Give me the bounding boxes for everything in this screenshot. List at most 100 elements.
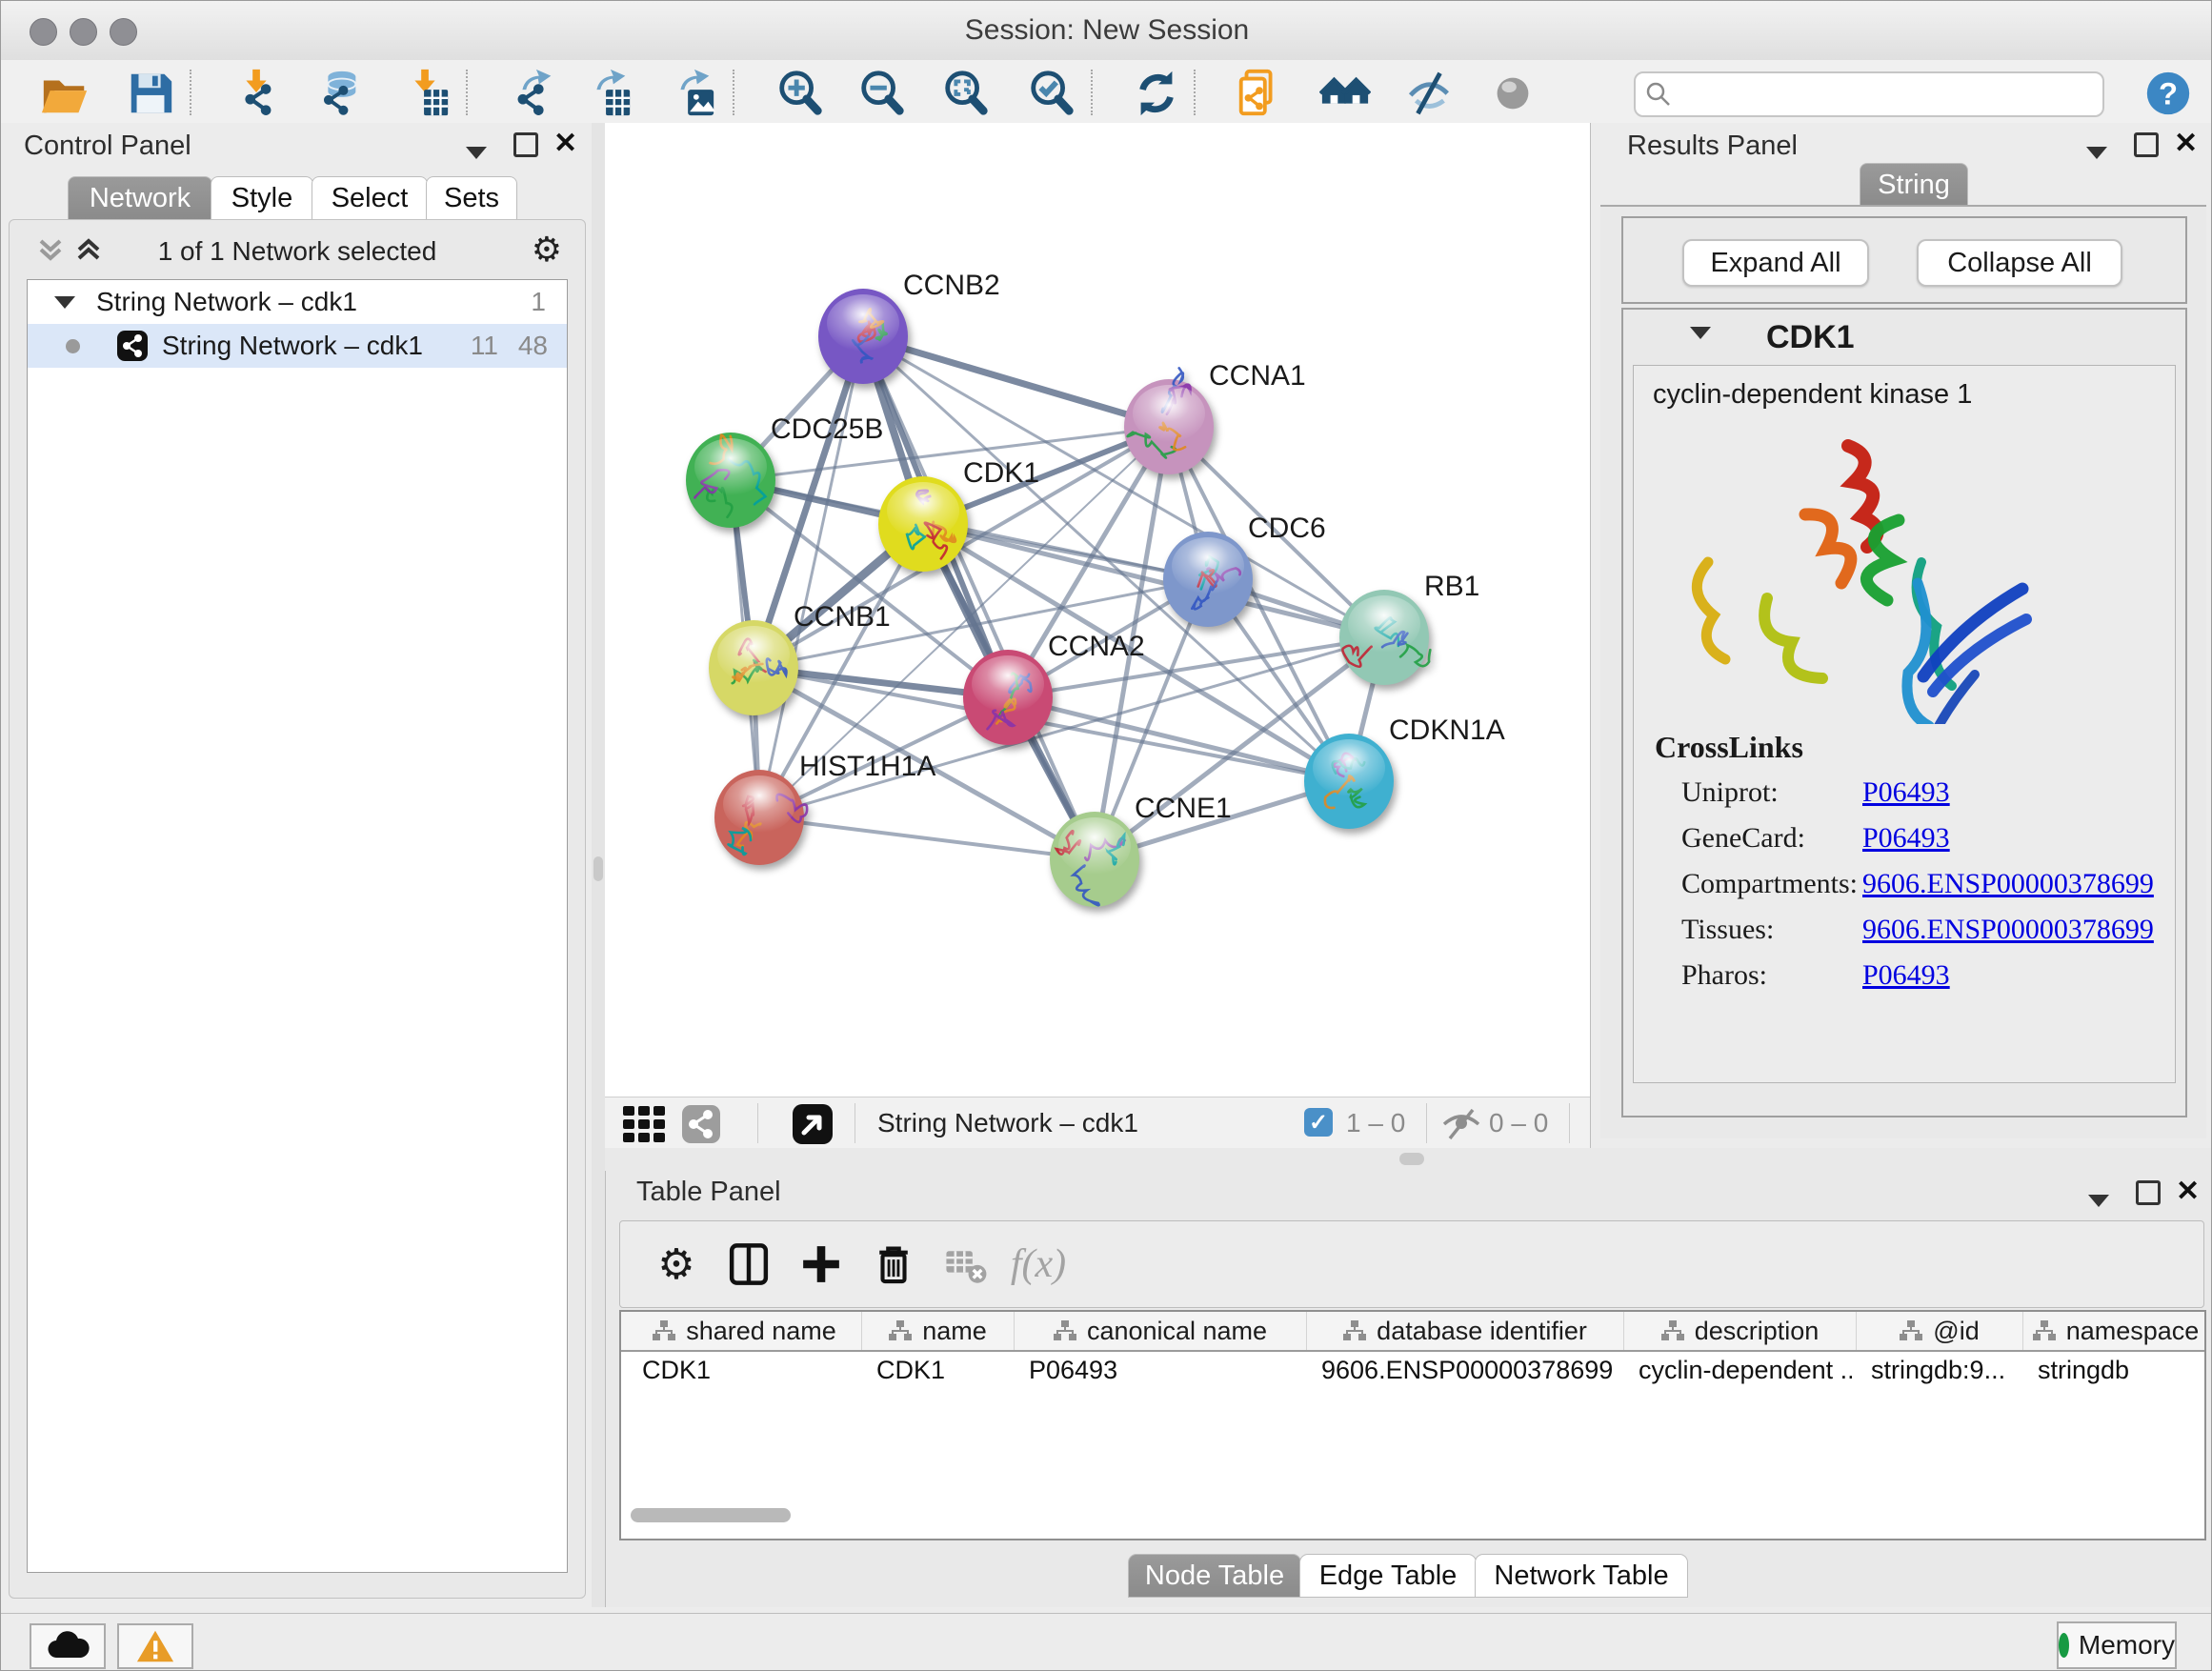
help-button[interactable]: ? (2141, 66, 2196, 121)
search-input[interactable] (1634, 71, 2104, 117)
control-panel-menu-icon[interactable] (466, 136, 487, 166)
zoom-selected-button[interactable] (1024, 66, 1079, 121)
left-splitter[interactable] (592, 123, 605, 1607)
cell-databaseidentifier[interactable]: 9606.ENSP00000378699 (1321, 1356, 1619, 1385)
add-column-icon[interactable] (794, 1237, 849, 1292)
column-type-icon (1053, 1319, 1077, 1343)
cell-sharedname[interactable]: CDK1 (642, 1356, 857, 1385)
home-button[interactable] (1317, 66, 1373, 121)
crosslink-value-link[interactable]: 9606.ENSP00000378699 (1862, 868, 2154, 900)
zoom-in-icon (774, 68, 826, 119)
horizontal-splitter[interactable] (605, 1148, 2212, 1171)
tab-select[interactable]: Select (312, 176, 428, 219)
tab-string[interactable]: String (1860, 163, 1968, 206)
preview-sphere-button[interactable] (1485, 66, 1540, 121)
cell-description[interactable]: cyclin-dependent ... (1639, 1356, 1852, 1385)
expand-all-button[interactable]: Expand All (1682, 239, 1869, 287)
cloud-button[interactable] (30, 1623, 106, 1669)
node-CDKN1A (1304, 734, 1394, 829)
control-panel-float-icon[interactable] (513, 132, 538, 164)
results-panel-menu-icon[interactable] (2086, 136, 2107, 166)
grid-view-icon[interactable] (622, 1105, 668, 1143)
cell-namespace[interactable]: stringdb (2038, 1356, 2204, 1385)
table-panel-close-icon[interactable]: ✕ (2176, 1175, 2200, 1208)
refresh-button[interactable] (1129, 66, 1184, 121)
collection-expander-icon[interactable] (54, 296, 75, 309)
birdseye-view-icon[interactable] (792, 1103, 834, 1145)
cell-id[interactable]: stringdb:9... (1871, 1356, 2019, 1385)
tab-network[interactable]: Network (68, 176, 212, 219)
edge-HIST1H1A-CCNE1 (759, 817, 1095, 859)
selected-checkbox-icon[interactable]: ✓ (1304, 1108, 1333, 1137)
network-node-count: 11 (471, 331, 498, 361)
network-edge-count: 48 (518, 331, 548, 361)
split-columns-icon[interactable] (721, 1237, 776, 1292)
table-panel-float-icon[interactable] (2136, 1180, 2161, 1212)
crosslink-value-link[interactable]: P06493 (1862, 959, 1950, 992)
import-database-button[interactable] (311, 66, 366, 121)
zoom-fit-button[interactable] (938, 66, 994, 121)
show-hide-panels-button[interactable] (1401, 66, 1457, 121)
import-table-button[interactable] (398, 66, 453, 121)
cell-name[interactable]: CDK1 (876, 1356, 1010, 1385)
column-header-name[interactable]: name (861, 1312, 1015, 1350)
main-toolbar: ? (1, 60, 2212, 126)
import-network-button[interactable] (230, 66, 285, 121)
show-hide-panels-icon (1403, 68, 1455, 119)
tab-sets[interactable]: Sets (426, 176, 517, 219)
column-header-sharedname[interactable]: shared name (627, 1312, 862, 1350)
save-session-icon (125, 68, 176, 119)
memory-label: Memory (2079, 1630, 2175, 1661)
results-panel-close-icon[interactable]: ✕ (2174, 127, 2198, 160)
network-collection-row[interactable]: String Network – cdk1 1 (28, 280, 567, 324)
zoom-in-button[interactable] (773, 66, 828, 121)
table-horizontal-scrollbar[interactable] (619, 1506, 2202, 1525)
column-header-namespace[interactable]: namespace (2022, 1312, 2206, 1350)
export-table-button[interactable] (580, 66, 635, 121)
column-type-icon (1342, 1319, 1367, 1343)
node-label-CDC25B: CDC25B (771, 413, 883, 445)
column-header-id[interactable]: @id (1856, 1312, 2023, 1350)
export-image-button[interactable] (664, 66, 719, 121)
string-import-button[interactable] (1232, 66, 1287, 121)
share-view-icon[interactable] (681, 1104, 721, 1144)
warnings-button[interactable] (117, 1623, 193, 1669)
control-panel-close-icon[interactable]: ✕ (553, 127, 577, 160)
column-header-databaseidentifier[interactable]: database identifier (1306, 1312, 1624, 1350)
control-panel: Control Panel ✕ NetworkStyleSelectSets 1… (1, 123, 592, 1607)
table-panel-menu-icon[interactable] (2088, 1184, 2109, 1214)
node-label-CDK1: CDK1 (963, 457, 1039, 489)
open-session-button[interactable] (37, 66, 92, 121)
gene-section-header[interactable]: CDK1 (1623, 310, 2185, 363)
tab-style[interactable]: Style (211, 176, 313, 219)
collapse-all-button[interactable]: Collapse All (1917, 239, 2122, 287)
memory-status-dot (2059, 1633, 2069, 1658)
memory-button[interactable]: Memory (2057, 1621, 2177, 1669)
tab-network-table[interactable]: Network Table (1475, 1554, 1688, 1598)
network-canvas[interactable]: CCNB2CCNA1CDC25BCDK1CDC6RB1CCNB1CCNA2CDK… (605, 123, 1590, 1097)
node-CDC6 (1163, 532, 1253, 627)
preview-sphere-icon (1487, 68, 1538, 119)
column-type-icon (888, 1319, 913, 1343)
delete-column-trash-icon[interactable] (866, 1237, 921, 1292)
crosslink-value-link[interactable]: P06493 (1862, 776, 1950, 809)
tab-edge-table[interactable]: Edge Table (1299, 1554, 1477, 1598)
cell-canonicalname[interactable]: P06493 (1029, 1356, 1302, 1385)
tab-node-table[interactable]: Node Table (1128, 1554, 1301, 1598)
network-row[interactable]: String Network – cdk1 11 48 (28, 324, 567, 368)
save-session-button[interactable] (123, 66, 178, 121)
network-options-gear-icon[interactable]: ⚙ (532, 230, 562, 270)
gene-expander-icon[interactable] (1690, 327, 1711, 339)
column-type-icon (652, 1319, 676, 1343)
results-panel-float-icon[interactable] (2134, 132, 2159, 164)
open-session-icon (39, 68, 90, 119)
zoom-out-button[interactable] (855, 66, 910, 121)
table-settings-gear-icon[interactable]: ⚙ (649, 1237, 704, 1292)
node-label-CCNE1: CCNE1 (1135, 793, 1232, 824)
column-header-canonicalname[interactable]: canonical name (1014, 1312, 1307, 1350)
crosslink-label: Uniprot: (1681, 776, 1779, 809)
column-header-description[interactable]: description (1623, 1312, 1857, 1350)
crosslink-value-link[interactable]: P06493 (1862, 822, 1950, 855)
crosslink-value-link[interactable]: 9606.ENSP00000378699 (1862, 914, 2154, 946)
export-network-button[interactable] (506, 66, 561, 121)
